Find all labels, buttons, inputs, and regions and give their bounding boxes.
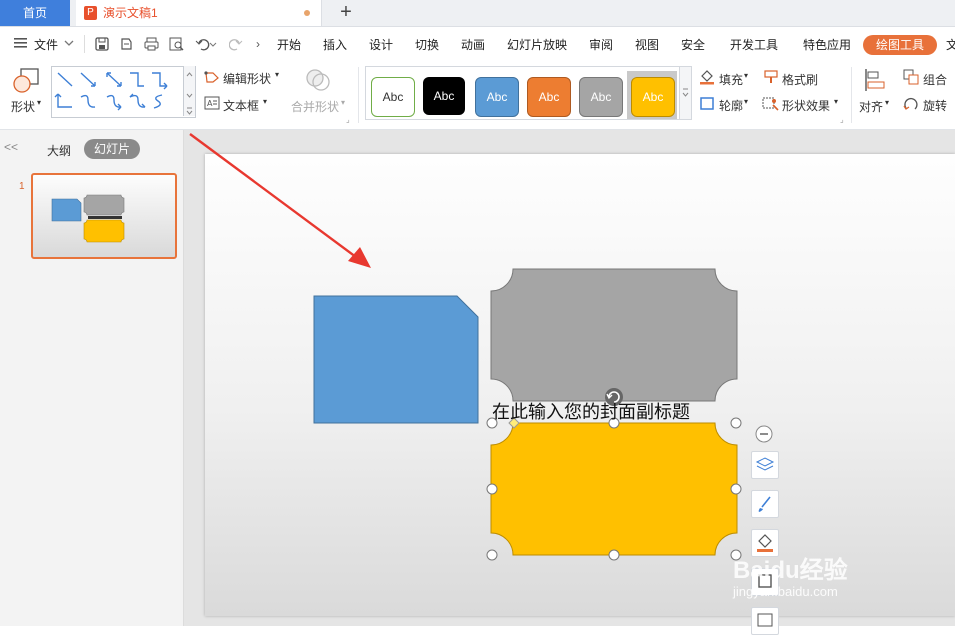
collapse-toolbar-icon[interactable] [755,425,773,443]
layers-icon [755,457,775,471]
layers-button[interactable] [751,451,779,479]
slide-content [189,133,742,561]
slide-subtitle-placeholder[interactable]: 在此输入您的封面副标题 [492,398,690,424]
baidu-watermark-url: jingyan.baidu.com [733,584,838,599]
baidu-watermark: Baidu经验 [733,557,848,584]
textbox-icon [757,613,773,627]
style-brush-button[interactable] [751,490,779,518]
yellow-plaque-shape[interactable] [490,422,738,556]
gray-plaque-shape[interactable] [490,268,738,402]
blue-snip-rectangle[interactable] [313,295,479,424]
brush-icon [758,496,771,512]
annotation-arrow [189,133,371,268]
textbox-quick-button[interactable] [751,607,779,635]
